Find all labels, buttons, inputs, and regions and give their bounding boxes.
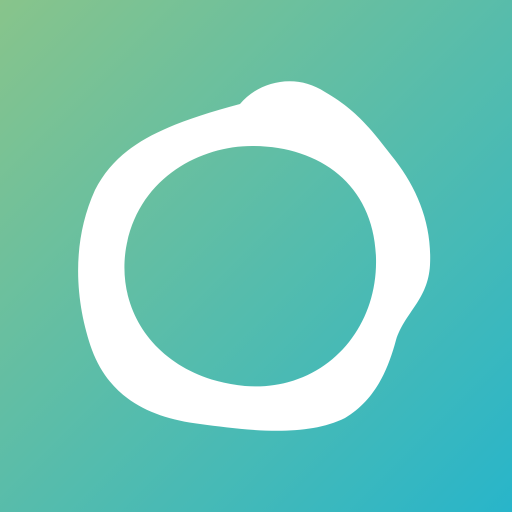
app-icon-graphic	[0, 0, 512, 512]
gradient-background	[0, 0, 512, 512]
app-icon	[0, 0, 512, 512]
